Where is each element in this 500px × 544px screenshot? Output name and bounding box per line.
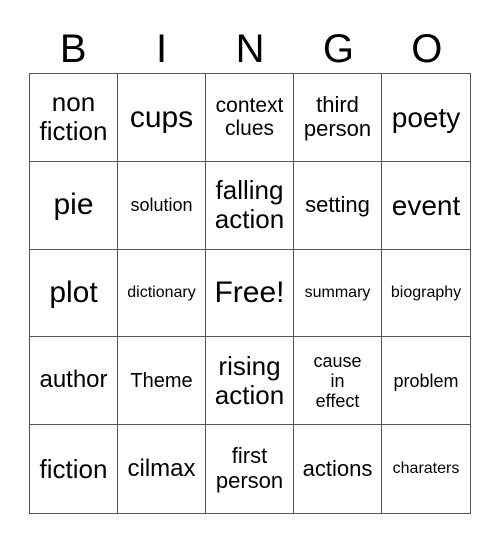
bingo-cell: context clues: [206, 74, 294, 162]
bingo-cell: solution: [118, 161, 206, 250]
bingo-cell: fiction: [30, 425, 118, 513]
bingo-cell: plot: [30, 249, 118, 338]
bingo-cell: dictionary: [118, 249, 206, 338]
bingo-cell: third person: [294, 74, 382, 162]
bingo-cell: cups: [118, 74, 206, 162]
bingo-cell: biography: [382, 250, 470, 338]
bingo-cell: actions: [294, 425, 382, 513]
bingo-cell: Theme: [118, 337, 206, 426]
header-letter-i: I: [156, 27, 168, 71]
bingo-grid: non fiction cups context clues third per…: [29, 73, 471, 514]
bingo-cell: non fiction: [30, 74, 118, 162]
header-letter-b: B: [59, 27, 87, 71]
bingo-cell: poety: [382, 74, 470, 162]
bingo-cell: problem: [382, 337, 470, 426]
bingo-cell: charaters: [392, 460, 460, 478]
bingo-cell: cause in effect: [294, 337, 382, 426]
bingo-cell: pie: [30, 161, 118, 250]
bingo-cell: cilmax: [118, 425, 206, 513]
bingo-cell: setting: [294, 161, 382, 250]
header-letter-o: O: [411, 27, 443, 71]
bingo-cell: rising action: [206, 337, 294, 426]
header-letter-n: N: [235, 27, 265, 71]
bingo-cell: falling action: [206, 161, 294, 250]
bingo-header: B I N G O: [29, 26, 471, 72]
free-space: Free!: [206, 249, 294, 338]
bingo-cell: event: [382, 162, 470, 250]
bingo-cell: summary: [294, 249, 382, 338]
bingo-cell: author: [30, 337, 118, 426]
bingo-cell: first person: [206, 425, 294, 513]
header-letter-g: G: [322, 27, 354, 71]
